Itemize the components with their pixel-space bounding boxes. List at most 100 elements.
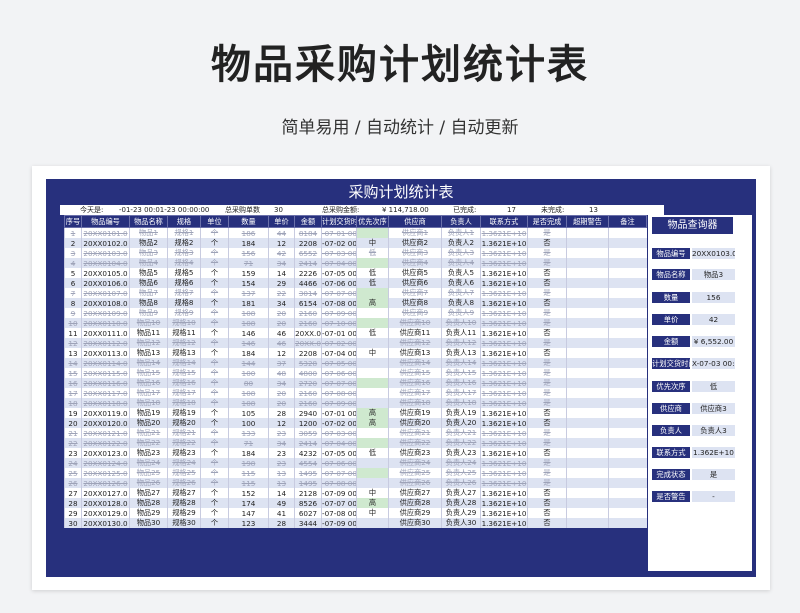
table-cell[interactable]: 184 — [228, 448, 269, 458]
table-cell[interactable]: 20XX0120.0 — [81, 418, 130, 428]
table-cell[interactable]: 负责人5 — [441, 268, 481, 278]
table-cell[interactable]: 供应商26 — [388, 478, 442, 488]
table-cell[interactable]: 28 — [268, 518, 295, 528]
table-cell[interactable]: 是 — [527, 358, 567, 368]
table-cell[interactable]: 3014 — [294, 288, 322, 298]
table-cell[interactable]: 规格6 — [167, 278, 201, 288]
table-cell[interactable]: 物品30 — [129, 518, 168, 528]
table-cell[interactable]: -07-07 00: — [321, 378, 357, 388]
table-cell[interactable]: 108 — [228, 308, 269, 318]
table-cell[interactable] — [566, 378, 609, 388]
table-cell[interactable]: -07-02 00: — [321, 338, 357, 348]
table-cell[interactable]: 1.3621E+10 — [480, 338, 528, 348]
table-cell[interactable]: 个 — [200, 458, 229, 468]
table-cell[interactable]: 个 — [200, 328, 229, 338]
table-cell[interactable]: 105 — [228, 408, 269, 418]
table-cell[interactable]: -07-01 00: — [321, 227, 357, 238]
table-cell[interactable]: 108 — [228, 388, 269, 398]
table-cell[interactable]: -07-09 00: — [321, 518, 357, 528]
table-cell[interactable]: 物品6 — [129, 278, 168, 288]
table-cell[interactable]: 20XX0130.0 — [81, 518, 130, 528]
table-cell[interactable]: 高 — [356, 418, 389, 428]
table-cell[interactable]: -07-03 00: — [321, 428, 357, 438]
table-cell[interactable]: 1.3621E+10 — [480, 388, 528, 398]
table-cell[interactable]: -07-01 00: — [321, 408, 357, 418]
table-cell[interactable]: 负责人28 — [441, 498, 481, 508]
table-cell[interactable] — [566, 488, 609, 498]
table-cell[interactable]: -07-04 00: — [321, 348, 357, 358]
table-cell[interactable]: 中 — [356, 488, 389, 498]
table-cell[interactable]: 规格13 — [167, 348, 201, 358]
table-cell[interactable]: 20XX.0 — [294, 328, 322, 338]
table-cell[interactable]: 规格12 — [167, 338, 201, 348]
table-cell[interactable]: 个 — [200, 468, 229, 478]
table-cell[interactable]: 个 — [200, 388, 229, 398]
table-cell[interactable]: 是 — [527, 258, 567, 268]
table-cell[interactable]: 规格28 — [167, 498, 201, 508]
table-cell[interactable]: 供应商10 — [388, 318, 442, 328]
table-cell[interactable]: -07-05 00: — [321, 268, 357, 278]
table-cell[interactable] — [608, 408, 647, 418]
table-cell[interactable]: 1200 — [294, 418, 322, 428]
table-cell[interactable]: 负责人26 — [441, 478, 481, 488]
table-cell[interactable]: 个 — [200, 338, 229, 348]
table-cell[interactable]: 48 — [268, 368, 295, 378]
table-cell[interactable] — [608, 308, 647, 318]
table-cell[interactable]: 个 — [200, 428, 229, 438]
table-cell[interactable]: 1.3621E+10 — [480, 408, 528, 418]
table-cell[interactable]: 高 — [356, 498, 389, 508]
table-cell[interactable] — [566, 278, 609, 288]
table-cell[interactable]: 物品10 — [129, 318, 168, 328]
table-cell[interactable]: 负责人21 — [441, 428, 481, 438]
table-cell[interactable]: 20XX0118.0 — [81, 398, 130, 408]
table-cell[interactable]: 是 — [527, 398, 567, 408]
table-cell[interactable]: 否 — [527, 328, 567, 338]
table-cell[interactable] — [608, 468, 647, 478]
table-cell[interactable] — [566, 338, 609, 348]
table-cell[interactable]: 个 — [200, 288, 229, 298]
table-cell[interactable]: 12 — [268, 418, 295, 428]
table-cell[interactable] — [608, 328, 647, 338]
table-cell[interactable]: 1.3621E+10 — [480, 238, 528, 248]
table-cell[interactable]: 否 — [527, 418, 567, 428]
query-field-value[interactable]: 20XX0103.0 — [692, 248, 735, 259]
table-cell[interactable]: 2720 — [294, 378, 322, 388]
table-cell[interactable]: 负责人6 — [441, 278, 481, 288]
table-cell[interactable]: 20 — [268, 388, 295, 398]
table-cell[interactable] — [356, 518, 389, 528]
table-cell[interactable]: 高 — [356, 298, 389, 308]
table-cell[interactable]: 供应商24 — [388, 458, 442, 468]
table-cell[interactable]: 23 — [268, 448, 295, 458]
table-cell[interactable]: 44 — [268, 227, 295, 238]
table-cell[interactable]: 是 — [527, 478, 567, 488]
table-cell[interactable]: 71 — [228, 258, 269, 268]
table-cell[interactable]: 19 — [64, 408, 82, 418]
table-cell[interactable] — [356, 438, 389, 448]
table-cell[interactable] — [608, 268, 647, 278]
table-cell[interactable]: 2208 — [294, 348, 322, 358]
table-cell[interactable]: 低 — [356, 328, 389, 338]
table-cell[interactable]: 负责人4 — [441, 258, 481, 268]
table-cell[interactable]: 1.3621E+10 — [480, 438, 528, 448]
table-cell[interactable]: 159 — [228, 268, 269, 278]
table-cell[interactable]: 负责人27 — [441, 488, 481, 498]
table-cell[interactable]: 物品8 — [129, 298, 168, 308]
table-cell[interactable]: 规格10 — [167, 318, 201, 328]
table-cell[interactable] — [608, 508, 647, 518]
table-cell[interactable]: 20XX0107.0 — [81, 288, 130, 298]
table-cell[interactable]: 1.3621E+10 — [480, 418, 528, 428]
table-cell[interactable]: 1.3621E+10 — [480, 328, 528, 338]
table-cell[interactable]: 20 — [268, 308, 295, 318]
table-cell[interactable]: 1.3621E+10 — [480, 227, 528, 238]
table-cell[interactable]: 低 — [356, 278, 389, 288]
table-cell[interactable]: 21 — [64, 428, 82, 438]
table-cell[interactable]: 规格14 — [167, 358, 201, 368]
table-cell[interactable]: 规格24 — [167, 458, 201, 468]
table-cell[interactable]: 146 — [228, 338, 269, 348]
table-cell[interactable]: 规格17 — [167, 388, 201, 398]
table-cell[interactable]: 供应商15 — [388, 368, 442, 378]
table-cell[interactable] — [566, 448, 609, 458]
table-cell[interactable]: 23 — [268, 458, 295, 468]
table-cell[interactable] — [566, 438, 609, 448]
table-cell[interactable]: 1.3621E+10 — [480, 258, 528, 268]
